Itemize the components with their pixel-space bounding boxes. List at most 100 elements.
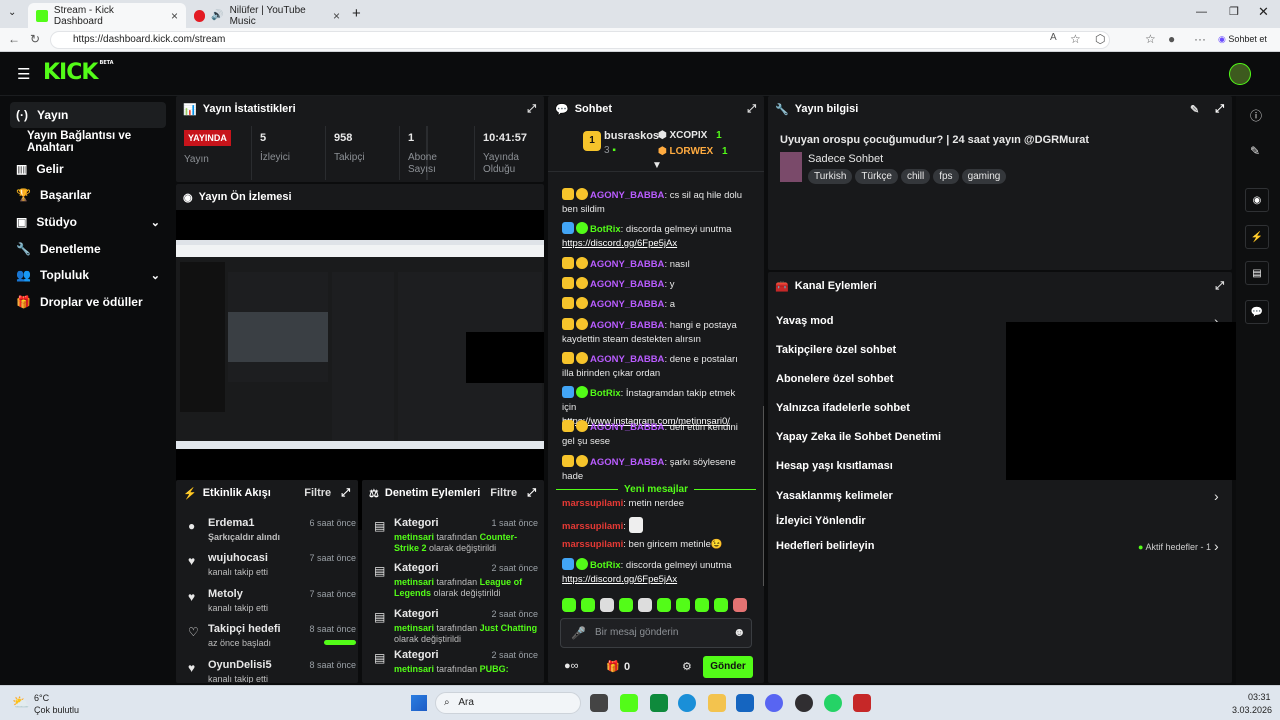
sidebar-item-stream-key[interactable]: Yayın Bağlantısı ve Anahtarı (10, 129, 166, 155)
taskbar-search[interactable]: ⌕ Ara (435, 692, 581, 714)
channel-action-banned-words[interactable]: Yasaklanmış kelimeler (776, 490, 893, 502)
task-view-icon[interactable] (590, 694, 608, 712)
close-tab-icon[interactable]: × (171, 9, 178, 23)
kick-app-icon[interactable] (620, 694, 638, 712)
channel-action-followers-only[interactable]: Takipçilere özel sohbet (776, 344, 896, 356)
tag[interactable]: Turkish (808, 169, 853, 184)
channel-action-goals[interactable]: Hedefleri belirleyin (776, 540, 874, 552)
activity-toggle-icon[interactable]: ⚡ (1245, 225, 1269, 249)
chat-link[interactable]: https://discord.gg/6Fpe5jAx (562, 238, 677, 249)
app-icon[interactable] (650, 694, 668, 712)
expand-icon[interactable]: ⤢ (1215, 280, 1224, 293)
emote-icon[interactable] (600, 598, 614, 612)
expand-icon[interactable]: ⤢ (527, 103, 536, 116)
close-tab-icon[interactable]: × (333, 9, 340, 23)
chat-link[interactable]: https://discord.gg/6Fpe5jAx (562, 574, 677, 585)
tab-actions-icon[interactable]: ⌄ (8, 7, 16, 18)
favorite-icon[interactable]: ☆ (1070, 32, 1081, 46)
emote-icon[interactable] (657, 598, 671, 612)
close-window-icon[interactable]: ✕ (1258, 4, 1269, 20)
tag[interactable]: chill (900, 169, 931, 184)
tab-youtube-music[interactable]: 🔊 Nilüfer | YouTube Music × (186, 3, 348, 28)
url-field[interactable]: https://dashboard.kick.com/stream (50, 31, 1110, 49)
microphone-icon[interactable]: 🎤 (571, 626, 586, 640)
emote-icon[interactable] (733, 598, 747, 612)
settings-gear-icon[interactable]: ⚙ (682, 660, 692, 673)
reload-icon[interactable]: ↻ (30, 32, 40, 46)
chat-toggle-icon[interactable]: 💬 (1245, 300, 1269, 324)
emoji-icon[interactable]: ☻ (733, 625, 746, 639)
edit-icon[interactable]: ✎ (1250, 144, 1260, 158)
copilot-button[interactable]: ◉ Sohbet et (1218, 34, 1267, 45)
tag[interactable]: fps (933, 169, 959, 184)
tag[interactable]: Türkçe (855, 169, 898, 184)
hamburger-menu-icon[interactable]: ☰ (17, 65, 30, 83)
users-icon[interactable]: ●∞ (564, 660, 579, 672)
info-icon[interactable]: ⓘ (1250, 107, 1262, 124)
channel-action-slow-mode[interactable]: Yavaş mod (776, 315, 833, 327)
chevron-right-icon[interactable]: › (1214, 488, 1219, 504)
extensions-icon[interactable]: ⬡ (1095, 32, 1105, 46)
sidebar-item-gelir[interactable]: ▥ Gelir (10, 156, 166, 182)
expand-icon[interactable]: ⤢ (747, 103, 756, 116)
send-button[interactable]: Gönder (703, 656, 753, 678)
sidebar-item-studyo[interactable]: ▣ Stüdyo ⌄ (10, 209, 166, 235)
moderation-toggle-icon[interactable]: ▤ (1245, 261, 1269, 285)
sidebar-item-droplar[interactable]: 🎁 Droplar ve ödüller (10, 289, 166, 315)
more-menu-icon[interactable]: ··· (1194, 32, 1206, 46)
minimize-icon[interactable]: — (1196, 6, 1207, 18)
edge-icon[interactable] (678, 694, 696, 712)
chevron-right-icon[interactable]: › (1214, 538, 1219, 554)
read-aloud-icon[interactable]: A (1050, 32, 1057, 43)
channel-action-subscribers-only[interactable]: Abonelere özel sohbet (776, 373, 893, 385)
start-icon[interactable] (411, 695, 427, 711)
activity-filter-button[interactable]: Filtre (304, 487, 331, 499)
expand-icon[interactable]: ⤢ (527, 487, 536, 500)
channel-action-ai-moderation[interactable]: Yapay Zeka ile Sohbet Denetimi (776, 431, 941, 443)
list-item: ♥ Metoly kanalı takip etti 7 saat önce (188, 588, 356, 613)
profile-icon[interactable]: ● (1168, 32, 1175, 46)
outlook-icon[interactable] (736, 694, 754, 712)
sidebar-item-denetleme[interactable]: 🔧 Denetleme (10, 236, 166, 262)
emote-icon[interactable] (619, 598, 633, 612)
emote-icon[interactable] (714, 598, 728, 612)
pin-icon[interactable]: ▼ (652, 160, 662, 171)
list-item: ♡ Takipçi hedefi az önce başladı 8 saat önc… (188, 623, 356, 648)
back-icon[interactable]: ← (8, 32, 20, 46)
preview-toggle-icon[interactable]: ◉ (1245, 188, 1269, 212)
edit-icon[interactable]: ✎ (1190, 103, 1199, 116)
emote-icon[interactable] (676, 598, 690, 612)
weather-icon[interactable]: ⛅ (12, 694, 29, 711)
moderation-filter-button[interactable]: Filtre (490, 487, 517, 499)
maximize-icon[interactable]: ❐ (1229, 5, 1239, 18)
new-tab-button[interactable]: + (352, 5, 361, 22)
kick-logo[interactable]: KICK BETA (43, 60, 114, 85)
tab-kick-dashboard[interactable]: Stream - Kick Dashboard × (28, 3, 186, 28)
channel-action-host[interactable]: İzleyici Yönlendir (776, 515, 866, 527)
discord-icon[interactable] (765, 694, 783, 712)
channel-action-account-age[interactable]: Hesap yaşı kısıtlaması (776, 460, 893, 472)
sidebar-item-basarilar[interactable]: 🏆 Başarılar (10, 182, 166, 208)
expand-icon[interactable]: ⤢ (1215, 103, 1224, 116)
expand-icon[interactable]: ⤢ (341, 487, 350, 500)
app-icon[interactable] (853, 694, 871, 712)
user-avatar[interactable] (1229, 63, 1251, 85)
stats-icon: 📊 (183, 103, 197, 116)
sidebar-item-topluluk[interactable]: 👥 Topluluk ⌄ (10, 262, 166, 288)
chat-message: BotRix: discorda gelmeyi unutma https://d… (562, 222, 732, 249)
file-explorer-icon[interactable] (708, 694, 726, 712)
obs-icon[interactable] (795, 694, 813, 712)
collections-icon[interactable]: ☆ (1145, 32, 1156, 46)
emote-icon[interactable] (638, 598, 652, 612)
chat-input[interactable]: 🎤 Bir mesaj gönderin ☻ (560, 618, 752, 648)
emote-icon[interactable] (562, 598, 576, 612)
channel-action-emote-only[interactable]: Yalnızca ifadelerle sohbet (776, 402, 910, 414)
chat-scrollbar[interactable] (763, 406, 764, 586)
tag[interactable]: gaming (961, 169, 1007, 184)
audio-icon[interactable]: 🔊 (211, 10, 223, 21)
emote-icon[interactable] (695, 598, 709, 612)
emote-icon[interactable] (581, 598, 595, 612)
sidebar-item-yayin[interactable]: (·) Yayın (10, 102, 166, 128)
heart-icon: ♥ (188, 590, 196, 604)
whatsapp-icon[interactable] (824, 694, 842, 712)
